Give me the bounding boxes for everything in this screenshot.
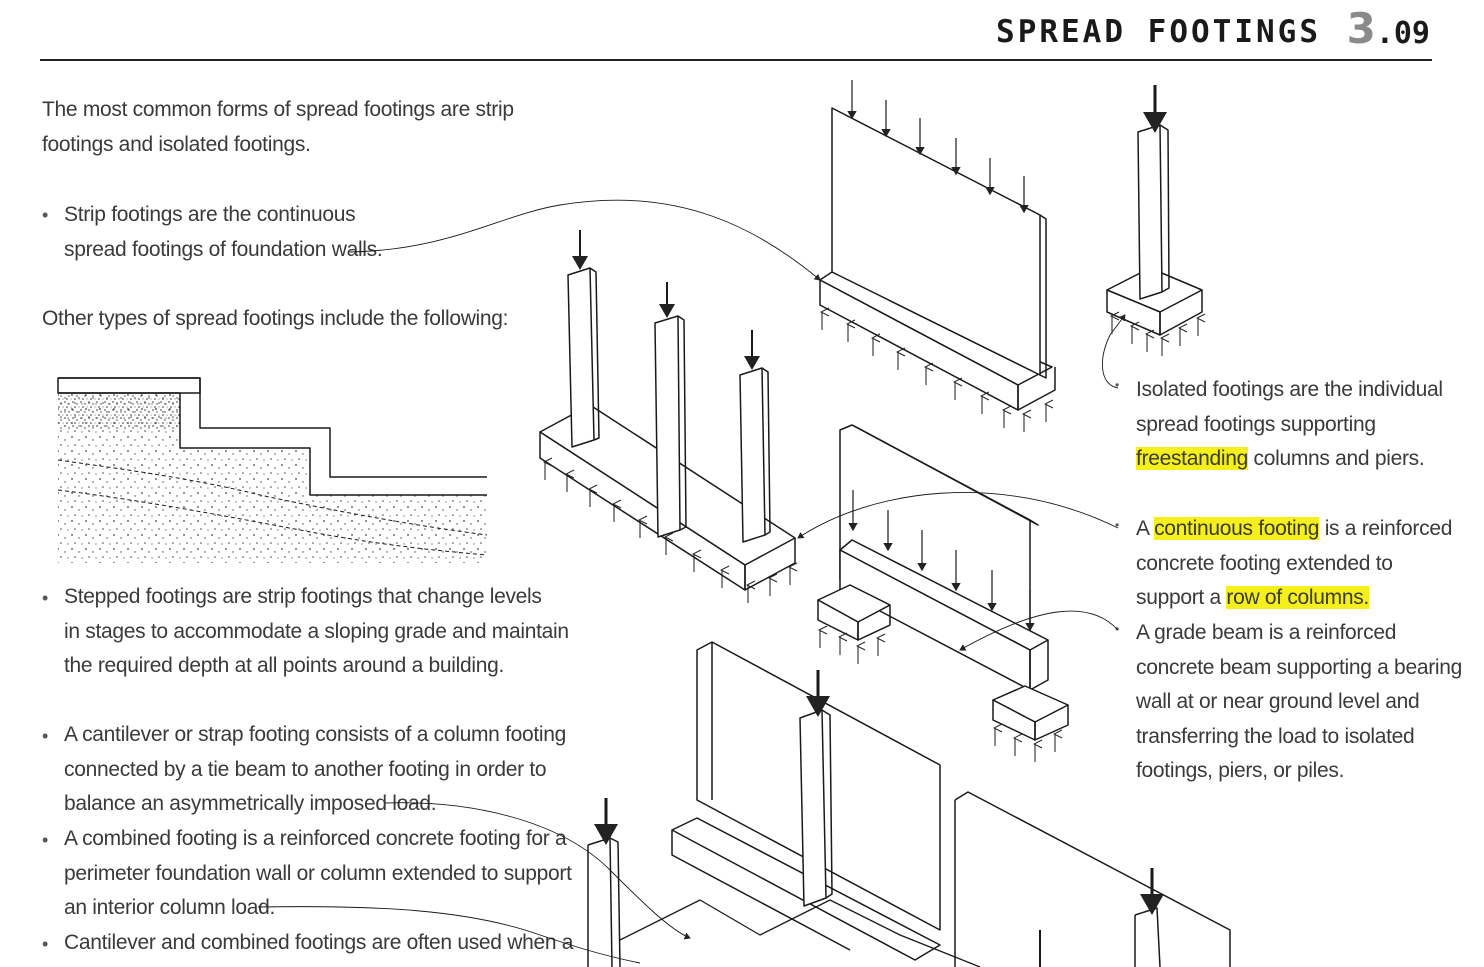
leader-isolated [1102, 314, 1126, 389]
leader-strip [349, 199, 821, 281]
cantilever-footing-diagram [587, 641, 1231, 967]
leader-cantilever [384, 802, 691, 940]
stepped-footing-diagram [57, 377, 488, 563]
grade-beam-diagram [817, 424, 1069, 762]
strip-footing-diagram [819, 80, 1056, 432]
leader-combined [257, 906, 641, 964]
isolated-footing-diagram [1106, 85, 1202, 356]
continuous-footing-diagram [539, 230, 795, 603]
footings-illustration [57, 80, 1231, 967]
